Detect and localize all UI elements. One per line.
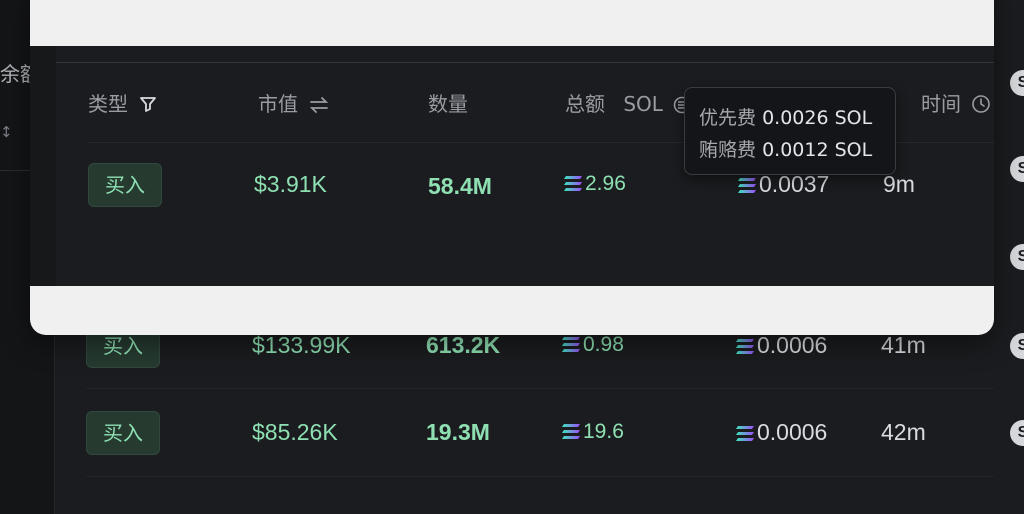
total-amount: 19.6 [583,420,624,443]
fee-amount: 0.0006 [757,332,828,358]
swap-icon[interactable] [308,96,330,114]
fee-amount: 0.0006 [757,419,828,445]
sol-icon [736,339,754,354]
market-cap-value: $133.99K [252,332,351,358]
right-edge-icons: S S S S S [994,0,1024,514]
filter-icon[interactable] [138,94,158,114]
bribe-fee-label: 贿赂费 [699,139,757,161]
time-value: 41m [881,332,926,358]
total-value: 19.6 [561,418,624,446]
bribe-fee-value: 0.0012 SOL [762,139,873,161]
total-value: 0.98 [561,331,624,359]
priority-fee-label: 优先费 [699,107,757,129]
total-header[interactable]: 总额 SOL [565,88,691,117]
priority-fee-line: 优先费 0.0026 SOL [699,103,872,130]
type-header[interactable]: 类型 [88,88,158,117]
coin-icon[interactable]: S [1010,420,1024,446]
sol-icon [564,176,582,191]
priority-fee-value: 0.0026 SOL [762,107,873,129]
type-header-label: 类型 [88,92,128,116]
fee-value: 0.0006 [735,331,827,359]
sol-icon [736,426,754,441]
coin-icon[interactable]: S [1010,70,1024,96]
coin-icon[interactable]: S [1010,244,1024,270]
fee-value: 0.0006 [735,418,827,446]
table-row[interactable]: 买入 $85.26K 19.3M 19.6 0.0006 42m [86,388,994,477]
modal-left-guide [30,46,56,286]
market-cap-header-label: 市值 [258,92,298,116]
total-unit-label: SOL [623,92,663,116]
fee-breakdown-tooltip: 优先费 0.0026 SOL 贿赂费 0.0012 SOL [684,87,896,175]
sol-icon [562,337,580,352]
market-cap-header[interactable]: 市值 [258,88,330,117]
quantity-header: 数量 [428,92,468,116]
quantity-value: 58.4M [428,173,492,199]
market-cap-value: $3.91K [254,171,327,197]
total-value: 2.96 [563,170,626,198]
sol-icon [738,178,756,193]
trade-type-badge: 买入 [86,411,160,455]
sol-icon [562,424,580,439]
app-screen: 余额 ↕ S S S S S 买入 $133.99K 613.2K 0.98 0… [0,0,1024,514]
coin-icon[interactable]: S [1010,156,1024,182]
time-value: 42m [881,419,926,445]
total-header-label: 总额 [565,92,605,116]
quantity-value: 613.2K [426,332,501,358]
total-amount: 0.98 [583,333,624,356]
time-header-label: 时间 [921,92,961,116]
sort-icon[interactable]: ↕ [0,123,13,141]
quantity-value: 19.3M [426,419,490,445]
modal-divider [56,62,994,63]
total-amount: 2.96 [585,172,626,195]
coin-icon[interactable]: S [1010,333,1024,359]
bribe-fee-line: 贿赂费 0.0012 SOL [699,135,872,162]
time-header[interactable]: 时间 [921,88,991,117]
clock-icon[interactable] [971,94,991,114]
market-cap-value: $85.26K [252,419,338,445]
trade-type-badge: 买入 [88,163,162,207]
